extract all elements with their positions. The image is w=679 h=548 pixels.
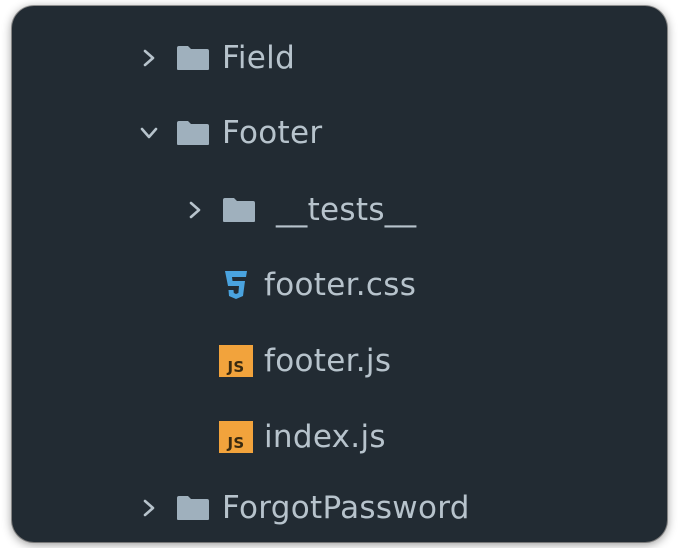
js-badge: JS: [219, 421, 253, 453]
folder-icon: [176, 495, 210, 521]
tree-item-tests[interactable]: __tests__: [12, 180, 667, 240]
chevron-right-icon[interactable]: [136, 495, 162, 521]
js-badge: JS: [219, 345, 253, 377]
tree-item-label: footer.js: [264, 343, 392, 379]
folder-open-icon: [176, 120, 210, 146]
chevron-right-icon[interactable]: [136, 45, 162, 71]
folder-icon: [176, 45, 210, 71]
tree-item-forgotpassword[interactable]: ForgotPassword: [12, 478, 667, 538]
tree-item-label: footer.css: [264, 267, 417, 303]
tree-item-label: __tests__: [276, 192, 417, 228]
js-file-icon: JS: [218, 343, 254, 379]
tree-item-label: Field: [222, 40, 296, 76]
tree-item-footer-css[interactable]: footer.css: [12, 255, 667, 315]
tree-item-footer-js[interactable]: JS footer.js: [12, 331, 667, 391]
chevron-down-icon[interactable]: [136, 120, 162, 146]
file-tree-panel: Field Footer __tests__ footer.css JS foo…: [12, 6, 667, 542]
tree-item-index-js[interactable]: JS index.js: [12, 407, 667, 467]
folder-icon: [222, 197, 256, 223]
tree-item-field[interactable]: Field: [12, 28, 667, 88]
css3-icon: [218, 267, 254, 303]
tree-item-label: ForgotPassword: [222, 490, 470, 526]
js-file-icon: JS: [218, 419, 254, 455]
tree-item-label: Footer: [222, 115, 323, 151]
chevron-right-icon[interactable]: [182, 197, 208, 223]
tree-item-label: index.js: [264, 419, 386, 455]
tree-item-footer[interactable]: Footer: [12, 103, 667, 163]
